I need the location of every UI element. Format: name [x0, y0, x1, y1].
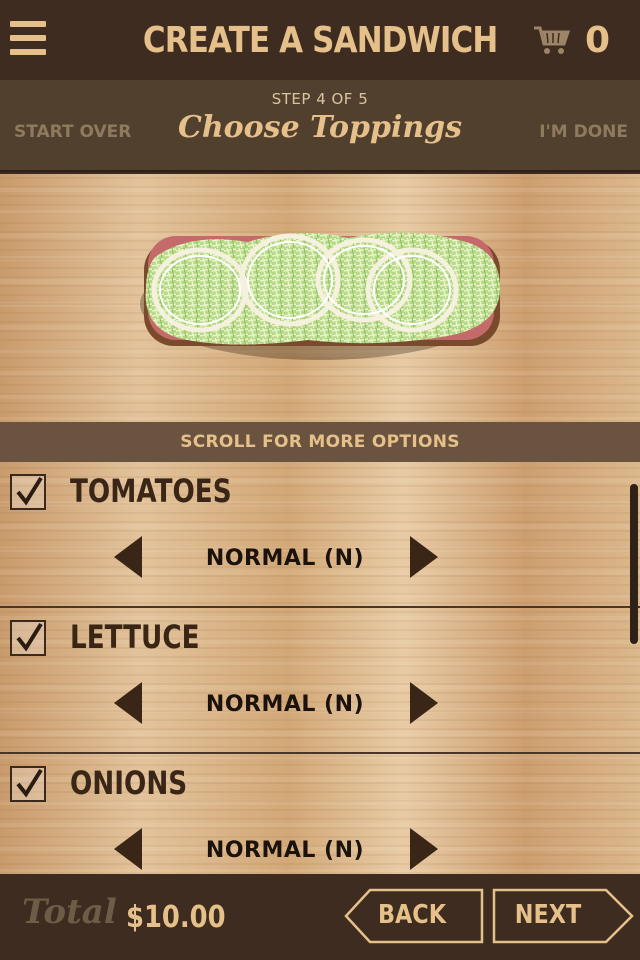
sandwich-image [140, 232, 500, 360]
toppings-list[interactable]: TOMATOES NORMAL (N) LETTUCE NORMAL (N) O… [0, 462, 640, 874]
app-header: CREATE A SANDWICH 0 [0, 0, 640, 80]
checkmark-icon [16, 476, 43, 506]
topping-checkbox[interactable] [10, 620, 46, 656]
topping-checkbox[interactable] [10, 474, 46, 510]
back-button-label: BACK [377, 900, 447, 930]
topping-row-lettuce: LETTUCE NORMAL (N) [0, 608, 640, 754]
topping-checkbox[interactable] [10, 766, 46, 802]
step-bar: STEP 4 OF 5 Choose Toppings START OVER I… [0, 80, 640, 172]
step-indicator: STEP 4 OF 5 [271, 90, 369, 108]
topping-name: TOMATOES [70, 472, 232, 510]
shopping-cart-icon [533, 26, 571, 54]
cart-count: 0 [584, 19, 610, 61]
increase-arrow-icon[interactable] [410, 828, 438, 870]
total-price: $10.00 [126, 900, 226, 935]
topping-row-onions: ONIONS NORMAL (N) [0, 754, 640, 874]
decrease-arrow-icon[interactable] [114, 828, 142, 870]
topping-amount: NORMAL (N) [205, 692, 365, 717]
next-button-label: NEXT [514, 900, 582, 930]
increase-arrow-icon[interactable] [410, 536, 438, 578]
increase-arrow-icon[interactable] [410, 682, 438, 724]
app-title: CREATE A SANDWICH [142, 19, 498, 61]
decrease-arrow-icon[interactable] [114, 536, 142, 578]
topping-amount: NORMAL (N) [205, 838, 365, 863]
topping-name: LETTUCE [70, 618, 200, 656]
hamburger-menu-icon[interactable] [10, 21, 46, 55]
sandwich-preview [0, 174, 640, 422]
start-over-button[interactable]: START OVER [14, 122, 131, 142]
total-label: Total [22, 892, 117, 932]
list-scrollbar[interactable] [630, 484, 638, 644]
decrease-arrow-icon[interactable] [114, 682, 142, 724]
topping-name: ONIONS [70, 764, 188, 802]
topping-row-tomatoes: TOMATOES NORMAL (N) [0, 462, 640, 608]
topping-amount: NORMAL (N) [205, 546, 365, 571]
checkmark-icon [16, 622, 43, 652]
footer-bar: Total $10.00 BACK NEXT [0, 874, 640, 960]
im-done-button[interactable]: I'M DONE [539, 122, 628, 142]
checkmark-icon [16, 768, 43, 798]
scroll-hint: SCROLL FOR MORE OPTIONS [0, 422, 640, 462]
back-button[interactable]: BACK [344, 888, 484, 944]
cart-button[interactable]: 0 [533, 18, 610, 62]
next-button[interactable]: NEXT [492, 888, 634, 944]
